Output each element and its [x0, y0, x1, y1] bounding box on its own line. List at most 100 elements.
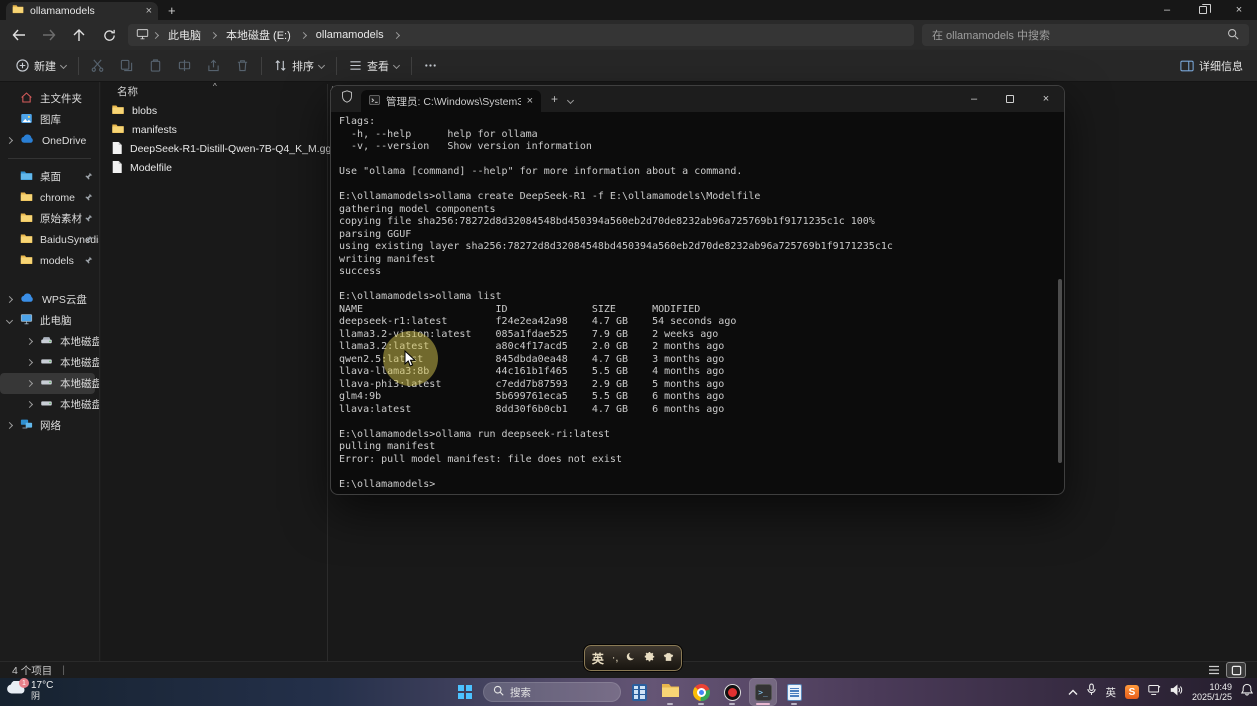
explorer-tab[interactable]: ollamamodels × — [6, 2, 158, 20]
weather-condition: 阴 — [31, 691, 53, 701]
sidebar-item-baidusyncdisk[interactable]: BaiduSyncdisk — [0, 229, 99, 250]
taskbar-app-notepad[interactable] — [781, 679, 807, 705]
speaker-icon[interactable] — [1170, 683, 1183, 701]
terminal-scrollbar[interactable] — [1058, 279, 1062, 463]
sidebar-item-this-pc[interactable]: 此电脑 — [0, 310, 99, 331]
taskbar-app-terminal[interactable]: >_ — [750, 679, 776, 705]
column-header-name[interactable]: 名称 — [117, 84, 138, 99]
sidebar-item-home[interactable]: 主文件夹 — [0, 88, 99, 109]
breadcrumb[interactable]: 此电脑 本地磁盘 (E:) ollamamodels — [128, 24, 914, 46]
navigation-pane: 主文件夹 图库 OneDrive 桌面 chrome 原始素材 — [0, 82, 100, 661]
sidebar-item-raw-assets[interactable]: 原始素材 — [0, 208, 99, 229]
more-options-button[interactable] — [416, 53, 445, 79]
chevron-right-icon[interactable] — [6, 296, 13, 303]
taskbar-app-calculator[interactable] — [626, 679, 652, 705]
terminal-output[interactable]: Flags: -h, --help help for ollama -v, --… — [339, 116, 1052, 490]
paste-button[interactable] — [141, 53, 170, 79]
sort-button[interactable]: 排序 — [266, 53, 332, 79]
sidebar-item-drive-c[interactable]: 本地磁盘 (C:) — [0, 331, 99, 352]
taskbar-clock[interactable]: 10:49 2025/1/25 — [1192, 682, 1232, 702]
terminal-maximize-button[interactable] — [992, 86, 1028, 112]
start-button[interactable] — [452, 679, 478, 705]
terminal-title-bar[interactable]: 管理员: C:\Windows\System32 × + – × — [331, 86, 1064, 112]
cut-button[interactable] — [83, 53, 112, 79]
chevron-right-icon[interactable] — [26, 359, 33, 366]
pin-icon — [84, 235, 93, 247]
terminal-minimize-button[interactable]: – — [956, 86, 992, 112]
chevron-right-icon[interactable] — [26, 401, 33, 408]
breadcrumb-drive-e[interactable]: 本地磁盘 (E:) — [220, 27, 297, 43]
terminal-new-tab-button[interactable]: + — [551, 92, 558, 106]
taskbar-app-chrome[interactable] — [688, 679, 714, 705]
pin-icon — [84, 256, 93, 268]
ime-mode-indicator[interactable]: 英 — [1105, 685, 1116, 700]
sidebar-item-drive-e[interactable]: 本地磁盘 (E:) — [0, 373, 95, 394]
back-button[interactable] — [4, 22, 34, 48]
notification-bell-icon[interactable] — [1241, 683, 1253, 701]
folder-icon — [12, 2, 24, 20]
taskbar-app-recorder[interactable] — [719, 679, 745, 705]
search-input[interactable]: 在 ollamamodels 中搜索 — [922, 24, 1249, 46]
pin-icon — [84, 193, 93, 205]
tab-close-icon[interactable]: × — [146, 6, 152, 17]
sidebar-item-chrome[interactable]: chrome — [0, 187, 99, 208]
sidebar-item-onedrive[interactable]: OneDrive — [0, 130, 99, 151]
sogou-input-icon[interactable]: S — [1125, 685, 1139, 699]
ime-language-toggle[interactable]: 英 — [592, 650, 604, 667]
gallery-icon — [20, 112, 33, 128]
taskbar-app-file-explorer[interactable] — [657, 679, 683, 705]
ime-toolbar[interactable]: 英 ·, — [583, 644, 683, 672]
breadcrumb-this-pc[interactable]: 此电脑 — [162, 27, 207, 43]
window-close-button[interactable]: × — [1221, 0, 1257, 20]
status-divider: | — [62, 664, 65, 676]
microphone-icon[interactable] — [1087, 683, 1096, 701]
window-restore-button[interactable] — [1185, 0, 1221, 20]
ime-settings-gear-icon[interactable] — [644, 651, 655, 665]
sidebar-item-gallery[interactable]: 图库 — [0, 109, 99, 130]
sidebar-item-desktop[interactable]: 桌面 — [0, 166, 99, 187]
ime-skin-icon[interactable] — [663, 652, 674, 665]
view-button[interactable]: 查看 — [341, 53, 407, 79]
new-button[interactable]: 新建 — [8, 53, 74, 79]
details-pane-button[interactable]: 详细信息 — [1180, 58, 1249, 74]
details-view-button[interactable] — [1205, 663, 1223, 677]
refresh-button[interactable] — [94, 22, 124, 48]
terminal-tab[interactable]: 管理员: C:\Windows\System32 × — [361, 90, 541, 112]
large-icons-view-button[interactable] — [1227, 663, 1245, 677]
chevron-down-icon[interactable] — [6, 317, 13, 324]
ime-punctuation-icon[interactable]: ·, — [612, 652, 619, 664]
sidebar-item-drive-f[interactable]: 本地磁盘 (F:) — [0, 394, 99, 415]
cast-display-icon[interactable] — [1148, 683, 1161, 701]
folder-icon — [20, 232, 33, 248]
tray-chevron-up-icon[interactable] — [1068, 683, 1078, 701]
up-button[interactable] — [64, 22, 94, 48]
chevron-right-icon[interactable] — [26, 380, 33, 387]
sidebar-item-drive-d[interactable]: 本地磁盘 (D:) — [0, 352, 99, 373]
rename-button[interactable] — [170, 53, 199, 79]
terminal-tab-close-icon[interactable]: × — [527, 96, 533, 107]
sidebar-item-models[interactable]: models — [0, 250, 99, 271]
new-tab-button[interactable]: + — [168, 3, 176, 18]
ime-moon-icon[interactable] — [626, 652, 636, 665]
copy-button[interactable] — [112, 53, 141, 79]
terminal-icon: >_ — [755, 684, 772, 701]
taskbar-search-box[interactable]: 搜索 — [483, 682, 621, 702]
window-minimize-button[interactable]: – — [1149, 0, 1185, 20]
sidebar-item-network[interactable]: 网络 — [0, 415, 99, 436]
chevron-right-icon[interactable] — [6, 137, 13, 144]
notepad-icon — [787, 684, 802, 701]
drive-icon — [40, 398, 53, 411]
weather-badge: 1 — [19, 678, 29, 688]
chevron-right-icon[interactable] — [26, 338, 33, 345]
sidebar-item-wps-cloud[interactable]: WPS云盘 — [0, 289, 99, 310]
computer-icon — [136, 28, 149, 43]
terminal-close-button[interactable]: × — [1028, 86, 1064, 112]
forward-button[interactable] — [34, 22, 64, 48]
taskbar-weather-widget[interactable]: 1 17°C 阴 — [6, 680, 53, 701]
delete-button[interactable] — [228, 53, 257, 79]
share-button[interactable] — [199, 53, 228, 79]
sidebar-divider — [8, 158, 91, 159]
breadcrumb-ollamamodels[interactable]: ollamamodels — [310, 29, 390, 41]
terminal-tab-dropdown-button[interactable] — [568, 92, 573, 106]
chevron-right-icon[interactable] — [6, 422, 13, 429]
